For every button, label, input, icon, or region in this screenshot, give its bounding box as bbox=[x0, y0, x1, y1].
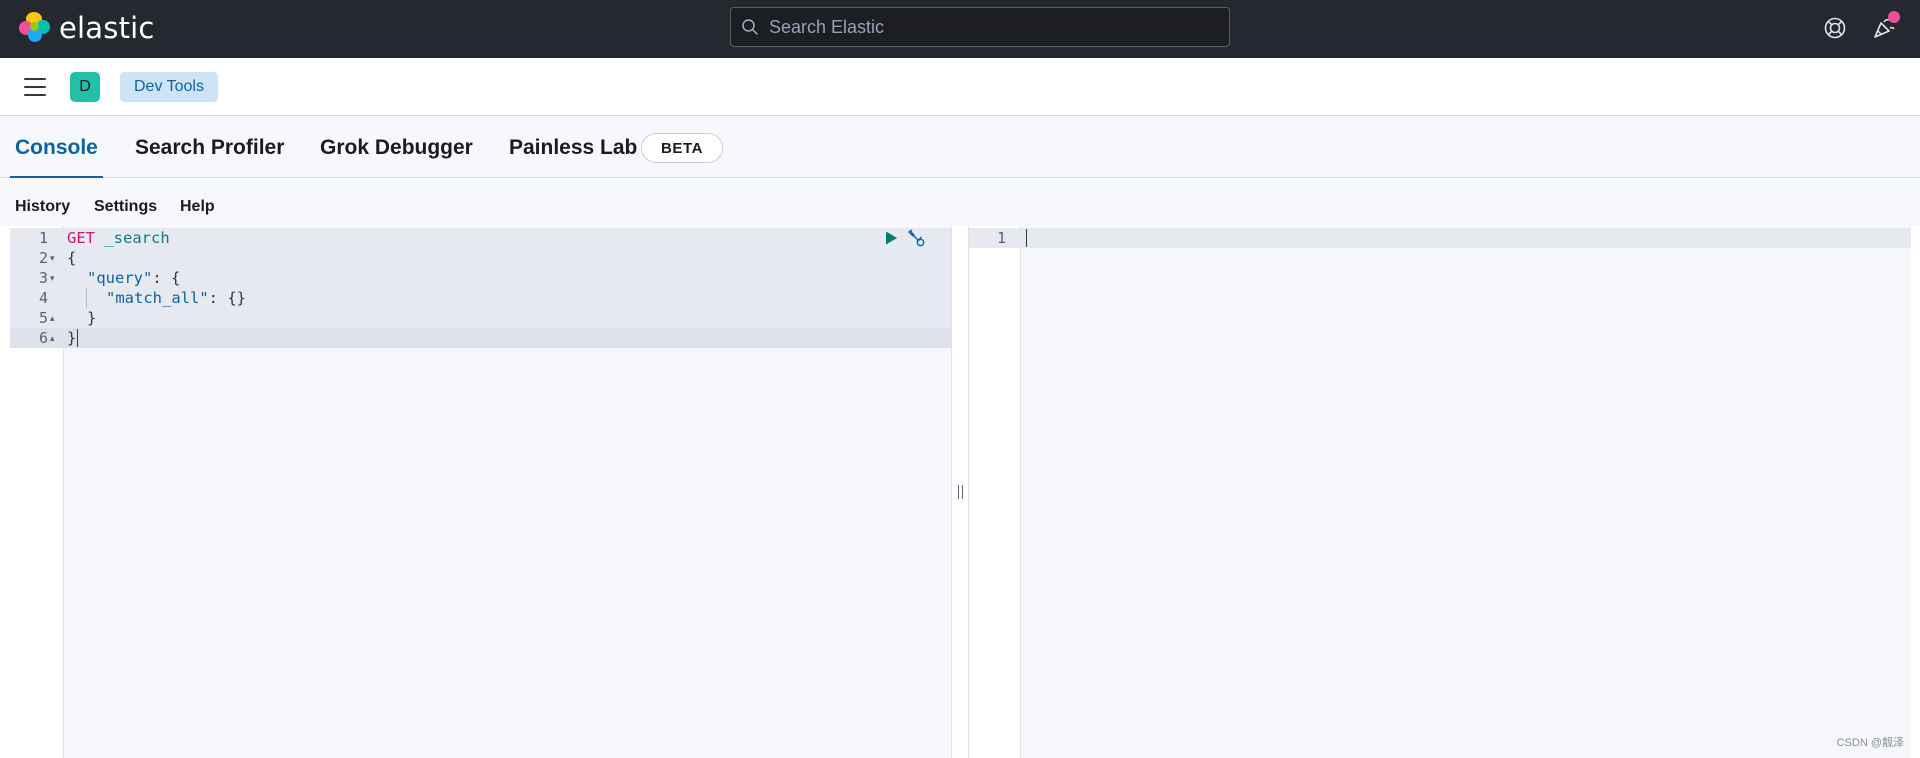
line-number: 1 bbox=[996, 229, 1006, 247]
response-active-line bbox=[969, 228, 1911, 248]
text-cursor bbox=[1026, 229, 1027, 247]
send-request-button[interactable] bbox=[881, 228, 901, 248]
search-icon bbox=[742, 19, 758, 35]
play-icon bbox=[886, 231, 897, 245]
fold-open-icon[interactable]: ▾ bbox=[50, 268, 55, 288]
beta-badge: BETA bbox=[641, 133, 724, 163]
code-line: } bbox=[87, 309, 97, 327]
line-number: 4 bbox=[38, 289, 48, 307]
http-method: GET bbox=[67, 229, 95, 247]
nav-menu-button[interactable] bbox=[21, 74, 49, 100]
news-feed-button[interactable] bbox=[1870, 11, 1900, 42]
dev-tools-tabs: Console Search Profiler Grok Debugger Pa… bbox=[0, 117, 1920, 179]
notification-badge bbox=[1888, 11, 1900, 23]
space-avatar[interactable]: D bbox=[70, 72, 100, 102]
fold-end-icon[interactable]: ▴ bbox=[50, 328, 55, 348]
code-line: "query": { bbox=[87, 269, 181, 287]
settings-link[interactable]: Settings bbox=[94, 198, 157, 216]
wrench-icon bbox=[908, 229, 925, 247]
json-key: "match_all" bbox=[106, 289, 209, 307]
brand-name: elastic bbox=[59, 11, 155, 45]
text-cursor bbox=[77, 329, 78, 347]
code-line: { bbox=[67, 249, 77, 267]
elastic-logo[interactable]: elastic bbox=[19, 11, 155, 45]
history-link[interactable]: History bbox=[15, 198, 70, 216]
code-line: "match_all": {} bbox=[106, 289, 246, 307]
indent-guide bbox=[86, 288, 87, 308]
tab-grok-debugger[interactable]: Grok Debugger bbox=[320, 117, 473, 178]
watermark: CSDN @靓泽 bbox=[1836, 737, 1904, 749]
hamburger-icon-line bbox=[24, 78, 46, 80]
console-menu: History Settings Help bbox=[0, 178, 1920, 226]
code-line: GET _search bbox=[67, 228, 170, 248]
global-search[interactable] bbox=[730, 7, 1230, 47]
request-options-button[interactable] bbox=[906, 228, 926, 248]
elastic-logo-icon bbox=[19, 12, 51, 44]
drag-handle-icon bbox=[957, 485, 963, 499]
help-lifebuoy-icon bbox=[1824, 17, 1846, 39]
tab-console[interactable]: Console bbox=[10, 117, 103, 179]
tab-search-profiler[interactable]: Search Profiler bbox=[135, 117, 284, 178]
request-url: _search bbox=[104, 229, 170, 247]
tab-painless-lab[interactable]: Painless Lab bbox=[509, 117, 637, 178]
line-number: 6 bbox=[38, 329, 48, 347]
help-link[interactable]: Help bbox=[180, 198, 215, 216]
response-editor[interactable] bbox=[969, 226, 1911, 758]
line-number: 2 bbox=[38, 249, 48, 267]
fold-end-icon[interactable]: ▴ bbox=[50, 308, 55, 328]
json-key: "query" bbox=[87, 269, 153, 287]
active-line-highlight bbox=[10, 328, 951, 348]
breadcrumb-dev-tools[interactable]: Dev Tools bbox=[120, 72, 218, 102]
hamburger-icon-line bbox=[24, 86, 46, 88]
response-editor-gutter bbox=[969, 226, 1021, 758]
hamburger-icon-line bbox=[24, 94, 46, 96]
global-header: elastic bbox=[0, 0, 1920, 58]
pane-resizer[interactable] bbox=[951, 226, 969, 758]
code-line: } bbox=[67, 329, 77, 347]
line-number: 3 bbox=[38, 269, 48, 287]
search-input[interactable] bbox=[769, 16, 1209, 38]
line-number: 1 bbox=[38, 229, 48, 247]
fold-open-icon[interactable]: ▾ bbox=[50, 248, 55, 268]
app-header-bar: D Dev Tools bbox=[0, 58, 1920, 116]
help-menu-button[interactable] bbox=[1821, 14, 1849, 42]
line-number: 5 bbox=[38, 309, 48, 327]
